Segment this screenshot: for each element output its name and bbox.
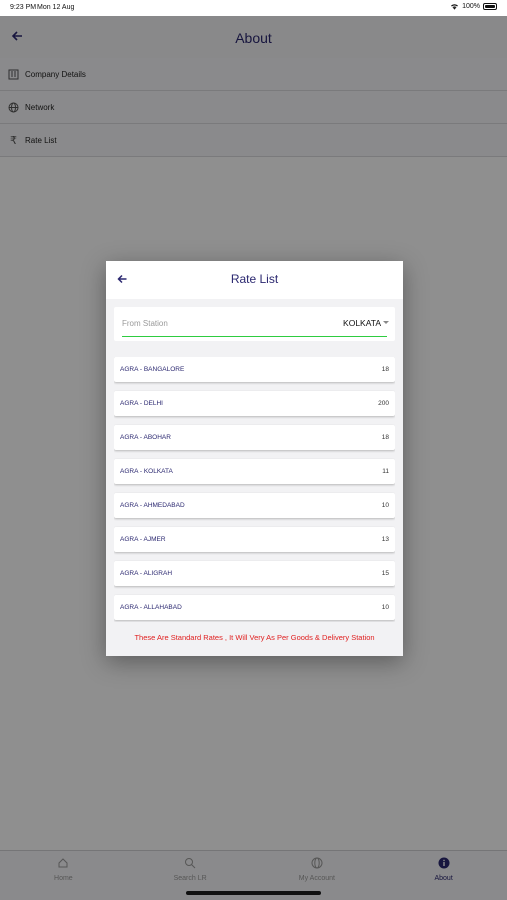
battery-percent: 100% [462, 3, 480, 10]
list-item[interactable]: AGRA - KOLKATA 11 [114, 459, 395, 484]
rate-value: 15 [381, 570, 389, 577]
rate-list-dialog: Rate List From Station KOLKATA AGRA - BA… [106, 261, 403, 656]
from-station-label: From Station [122, 319, 168, 328]
rate-value: 11 [382, 468, 389, 475]
rate-route: AGRA - BANGALORE [120, 366, 185, 373]
rate-value: 10 [381, 502, 389, 509]
list-item[interactable]: AGRA - BANGALORE 18 [114, 357, 395, 382]
rate-route: AGRA - KOLKATA [120, 468, 173, 475]
list-item[interactable]: AGRA - ALIGRAH 15 [114, 561, 395, 586]
from-station-select[interactable]: From Station KOLKATA [114, 307, 395, 341]
list-item[interactable]: AGRA - ABOHAR 18 [114, 425, 395, 450]
rate-value: 10 [381, 604, 389, 611]
home-indicator [186, 891, 321, 895]
rate-route: AGRA - DELHI [120, 400, 163, 407]
dialog-title: Rate List [230, 272, 279, 286]
rate-list[interactable]: AGRA - BANGALORE 18 AGRA - DELHI 200 AGR… [114, 357, 395, 622]
rate-value: 18 [381, 434, 389, 441]
rate-value: 18 [381, 366, 389, 373]
rate-route: AGRA - AJMER [120, 536, 166, 543]
list-item[interactable]: AGRA - ALLAHABAD 10 [114, 595, 395, 620]
status-time: 9:23 PM [10, 4, 37, 11]
wifi-icon [451, 4, 459, 10]
rate-route: AGRA - ABOHAR [120, 434, 171, 441]
status-bar: 9:23 PM Mon 12 Aug 100% [0, 0, 507, 16]
status-right: 100% [450, 3, 497, 10]
status-date: Mon 12 Aug [37, 4, 75, 11]
rate-route: AGRA - AHMEDABAD [120, 502, 185, 509]
list-item[interactable]: AGRA - AHMEDABAD 10 [114, 493, 395, 518]
rate-route: AGRA - ALLAHABAD [120, 604, 182, 611]
dialog-header: Rate List [106, 261, 403, 299]
rate-value: 13 [381, 536, 389, 543]
chevron-down-icon [383, 321, 389, 324]
battery-icon [483, 3, 497, 10]
from-station-value: KOLKATA [343, 318, 381, 328]
list-item[interactable]: AGRA - AJMER 13 [114, 527, 395, 552]
dialog-body: From Station KOLKATA AGRA - BANGALORE 18… [106, 299, 403, 656]
list-item[interactable]: AGRA - DELHI 200 [114, 391, 395, 416]
standard-rates-note: These Are Standard Rates , It Will Very … [134, 633, 375, 642]
rate-value: 200 [378, 400, 389, 407]
input-underline [122, 336, 387, 337]
rate-route: AGRA - ALIGRAH [120, 570, 173, 577]
